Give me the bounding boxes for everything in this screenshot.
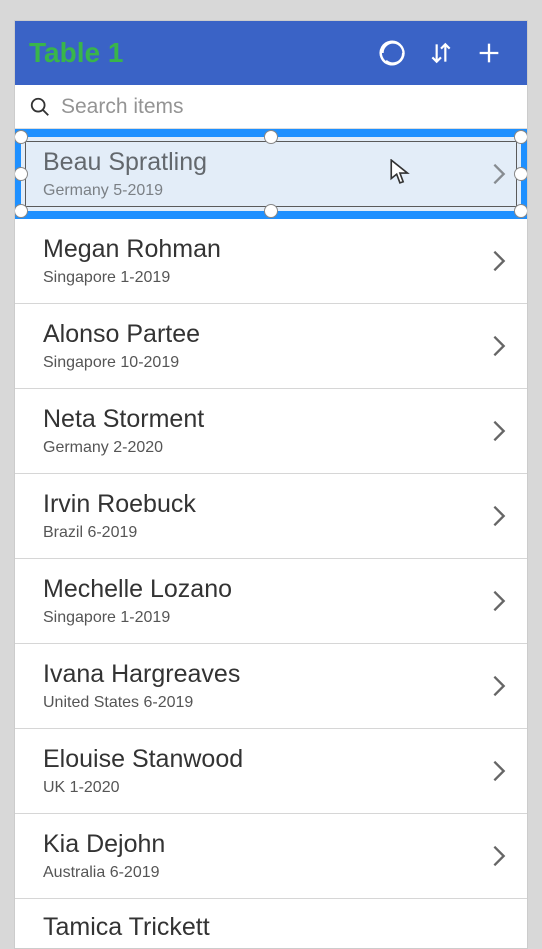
list-item[interactable]: Irvin Roebuck Brazil 6-2019 <box>15 474 527 559</box>
item-name: Alonso Partee <box>43 320 491 349</box>
search-bar[interactable] <box>15 85 527 129</box>
item-name: Ivana Hargreaves <box>43 660 491 689</box>
item-sub: United States 6-2019 <box>43 694 491 712</box>
item-sub: Australia 6-2019 <box>43 864 491 882</box>
sort-icon <box>428 40 454 66</box>
refresh-button[interactable] <box>369 29 417 77</box>
chevron-right-icon <box>491 842 507 870</box>
list-item[interactable]: Beau Spratling Germany 5-2019 <box>15 129 527 219</box>
app-frame: Table 1 <box>14 20 528 949</box>
item-name: Neta Storment <box>43 405 491 434</box>
item-name: Elouise Stanwood <box>43 745 491 774</box>
chevron-right-icon <box>491 672 507 700</box>
search-icon <box>29 96 51 118</box>
search-input[interactable] <box>61 95 513 119</box>
chevron-right-icon <box>491 587 507 615</box>
plus-icon <box>475 39 503 67</box>
item-list[interactable]: Beau Spratling Germany 5-2019 Megan Rohm… <box>15 129 527 948</box>
list-item[interactable]: Tamica Trickett <box>15 899 527 948</box>
list-item[interactable]: Ivana Hargreaves United States 6-2019 <box>15 644 527 729</box>
chevron-right-icon <box>491 757 507 785</box>
item-name: Mechelle Lozano <box>43 575 491 604</box>
item-name: Tamica Trickett <box>43 913 507 942</box>
chevron-right-icon <box>491 247 507 275</box>
item-name: Irvin Roebuck <box>43 490 491 519</box>
list-item[interactable]: Elouise Stanwood UK 1-2020 <box>15 729 527 814</box>
add-button[interactable] <box>465 29 513 77</box>
item-sub: Singapore 10-2019 <box>43 354 491 372</box>
list-item[interactable]: Mechelle Lozano Singapore 1-2019 <box>15 559 527 644</box>
header-bar: Table 1 <box>15 21 527 85</box>
item-sub: Germany 2-2020 <box>43 439 491 457</box>
page-title: Table 1 <box>29 37 369 69</box>
list-item[interactable]: Neta Storment Germany 2-2020 <box>15 389 527 474</box>
item-name: Kia Dejohn <box>43 830 491 859</box>
item-sub: UK 1-2020 <box>43 779 491 797</box>
item-sub: Germany 5-2019 <box>43 182 491 200</box>
item-sub: Singapore 1-2019 <box>43 269 491 287</box>
list-item[interactable]: Megan Rohman Singapore 1-2019 <box>15 219 527 304</box>
refresh-icon <box>377 38 407 68</box>
list-item[interactable]: Kia Dejohn Australia 6-2019 <box>15 814 527 899</box>
chevron-right-icon <box>491 417 507 445</box>
item-sub: Brazil 6-2019 <box>43 524 491 542</box>
chevron-right-icon <box>491 332 507 360</box>
item-name: Beau Spratling <box>43 148 491 177</box>
list-item[interactable]: Alonso Partee Singapore 10-2019 <box>15 304 527 389</box>
sort-button[interactable] <box>417 29 465 77</box>
item-name: Megan Rohman <box>43 235 491 264</box>
chevron-right-icon <box>491 502 507 530</box>
chevron-right-icon <box>491 160 507 188</box>
item-sub: Singapore 1-2019 <box>43 609 491 627</box>
